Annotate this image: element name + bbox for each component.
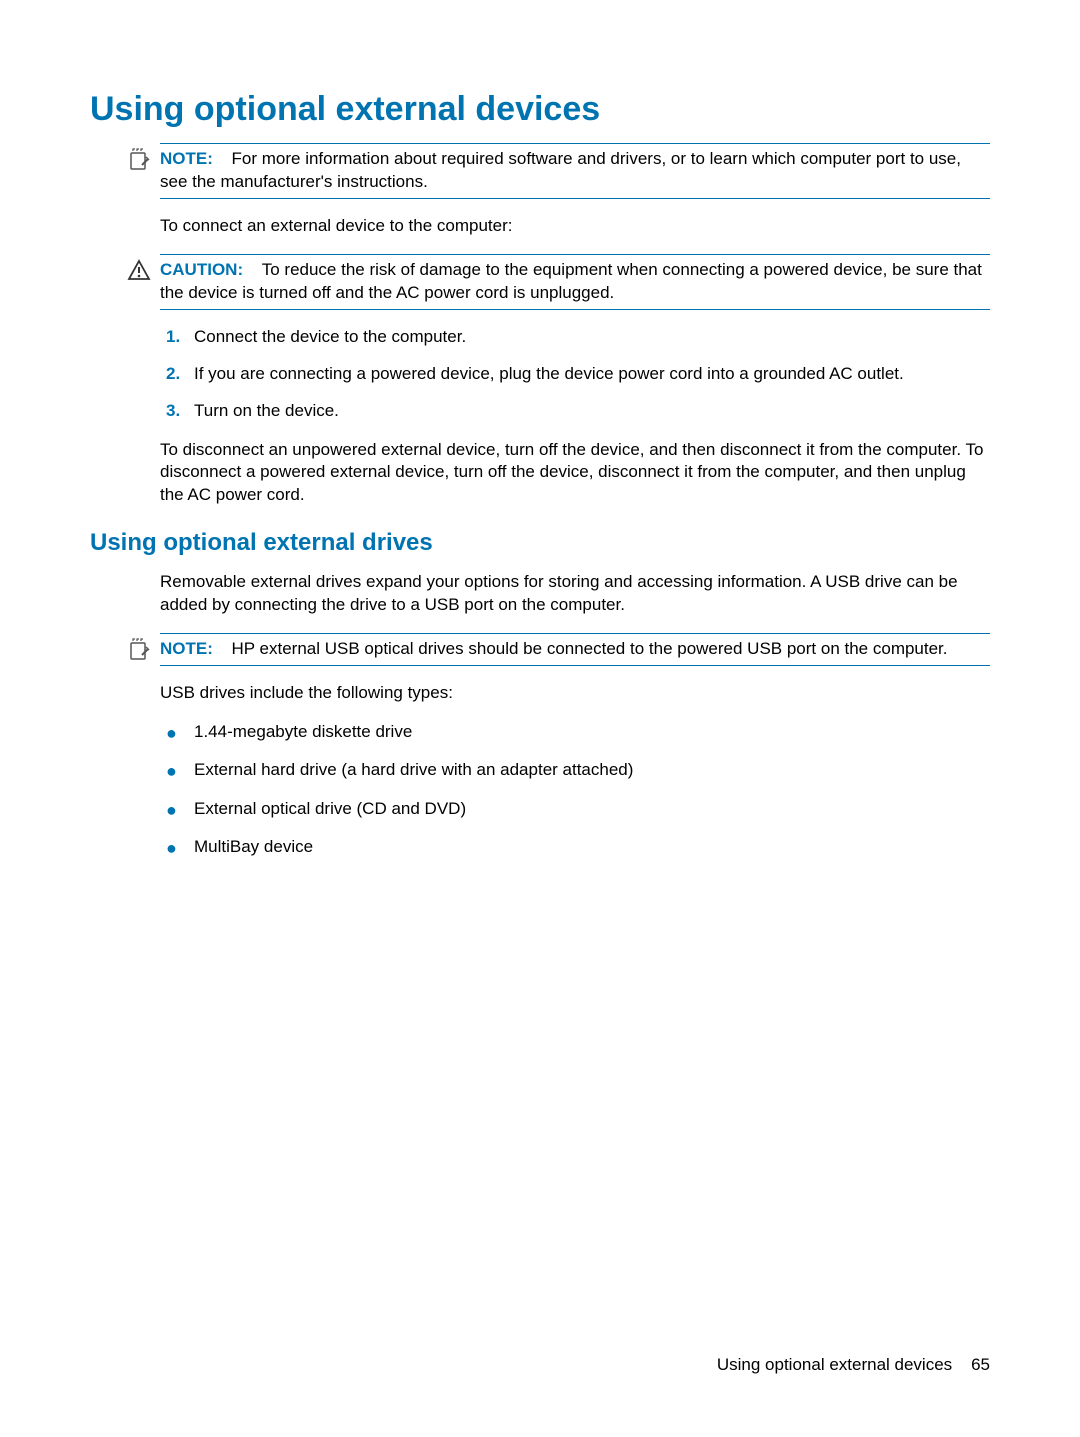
usb-types-list: ● 1.44-megabyte diskette drive ● Externa… <box>160 721 990 860</box>
bullet-icon: ● <box>166 836 194 860</box>
step-2: 2. If you are connecting a powered devic… <box>160 363 990 386</box>
note-body-1: For more information about required soft… <box>160 149 961 191</box>
bullet-text: MultiBay device <box>194 836 313 859</box>
bullet-text: External optical drive (CD and DVD) <box>194 798 466 821</box>
step-text: Turn on the device. <box>194 400 990 423</box>
page-footer: Using optional external devices 65 <box>717 1355 990 1375</box>
footer-text: Using optional external devices <box>717 1355 952 1374</box>
step-number: 2. <box>166 363 194 386</box>
note-callout-1: NOTE: For more information about require… <box>160 143 990 199</box>
sub-heading: Using optional external drives <box>90 529 990 557</box>
step-number: 1. <box>166 326 194 349</box>
step-number: 3. <box>166 400 194 423</box>
bullet-icon: ● <box>166 759 194 783</box>
para-usb-types: USB drives include the following types: <box>160 682 990 705</box>
note-text <box>217 149 231 168</box>
bullet-text: 1.44-megabyte diskette drive <box>194 721 412 744</box>
note-callout-2: NOTE: HP external USB optical drives sho… <box>160 633 990 666</box>
para-disconnect: To disconnect an unpowered external devi… <box>160 439 990 508</box>
para-connect-intro: To connect an external device to the com… <box>160 215 990 238</box>
caution-callout: CAUTION: To reduce the risk of damage to… <box>160 254 990 310</box>
list-item: ● MultiBay device <box>160 836 990 860</box>
para-removable: Removable external drives expand your op… <box>160 571 990 617</box>
content-body: NOTE: For more information about require… <box>90 143 990 860</box>
caution-body: To reduce the risk of damage to the equi… <box>160 260 982 302</box>
note-label: NOTE: <box>160 149 213 168</box>
caution-spacer <box>248 260 262 279</box>
bullet-text: External hard drive (a hard drive with a… <box>194 759 633 782</box>
step-text: Connect the device to the computer. <box>194 326 990 349</box>
caution-icon <box>126 257 152 283</box>
list-item: ● External optical drive (CD and DVD) <box>160 798 990 822</box>
bullet-icon: ● <box>166 798 194 822</box>
step-1: 1. Connect the device to the computer. <box>160 326 990 349</box>
main-heading: Using optional external devices <box>90 90 990 129</box>
note-icon <box>126 636 152 662</box>
bullet-icon: ● <box>166 721 194 745</box>
caution-label: CAUTION: <box>160 260 243 279</box>
connect-steps: 1. Connect the device to the computer. 2… <box>160 326 990 423</box>
step-3: 3. Turn on the device. <box>160 400 990 423</box>
note-spacer-2 <box>217 639 231 658</box>
list-item: ● 1.44-megabyte diskette drive <box>160 721 990 745</box>
note-label: NOTE: <box>160 639 213 658</box>
page-number: 65 <box>971 1355 990 1374</box>
document-page: Using optional external devices NOTE: Fo… <box>0 0 1080 936</box>
note-icon <box>126 146 152 172</box>
note-body-2: HP external USB optical drives should be… <box>232 639 948 658</box>
list-item: ● External hard drive (a hard drive with… <box>160 759 990 783</box>
step-text: If you are connecting a powered device, … <box>194 363 990 386</box>
